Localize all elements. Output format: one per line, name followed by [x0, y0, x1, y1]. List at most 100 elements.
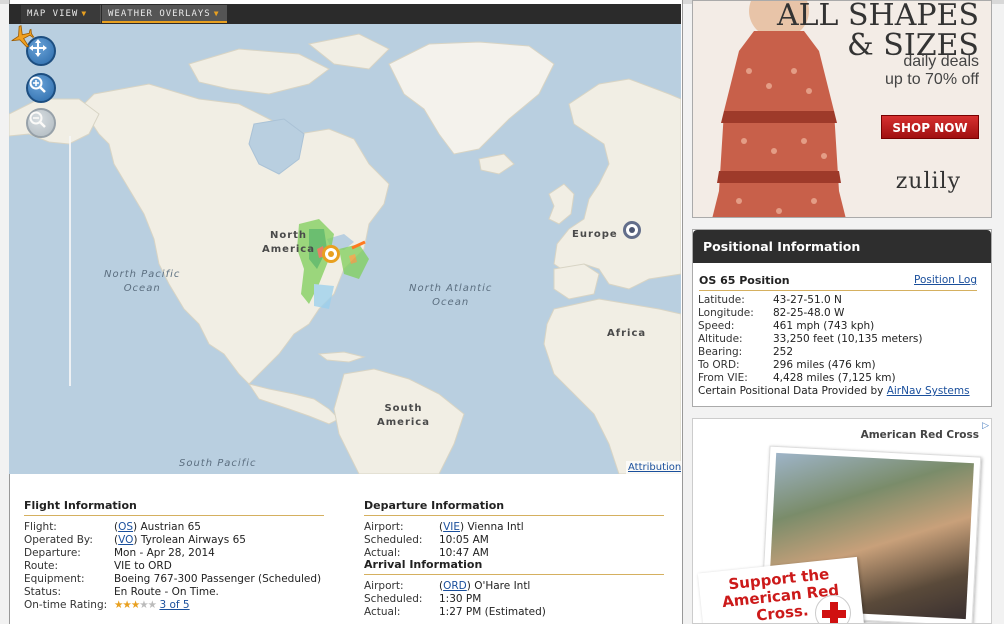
map-view-label: Map View	[27, 9, 79, 19]
flight-label: Flight:	[24, 521, 57, 533]
shop-now-button[interactable]: SHOP NOW	[881, 115, 979, 139]
red-cross-icon	[815, 595, 851, 623]
position-row-value: 296 miles (476 km)	[773, 359, 876, 371]
ad-choices-icon[interactable]: ▷	[982, 421, 989, 431]
position-row: Speed: 461 mph (743 kph)	[698, 320, 983, 333]
ontime-rating-link[interactable]: 3 of 5	[159, 599, 189, 611]
zulily-ad-banner[interactable]: ALL SHAPES & SIZES daily deals up to 70% o…	[692, 0, 992, 218]
position-row-value: 33,250 feet (10,135 meters)	[773, 333, 923, 345]
equipment-value: Boeing 767-300 Passenger (Scheduled)	[114, 573, 322, 585]
dropdown-arrow-icon: ▼	[81, 9, 88, 18]
flight-information: Flight Information Flight: (OS) Austrian…	[24, 499, 324, 612]
map-label-north-pacific: North Pacific Ocean	[104, 269, 181, 294]
dep-airport-label: Airport:	[364, 521, 404, 533]
position-row: To ORD: 296 miles (476 km)	[698, 359, 983, 372]
weather-overlays-menu[interactable]: Weather Overlays ▼	[102, 5, 227, 23]
arr-airport-name: O'Hare Intl	[474, 580, 531, 592]
position-row-value: 4,428 miles (7,125 km)	[773, 372, 896, 384]
map-basemap	[9, 24, 681, 474]
arr-airport-label: Airport:	[364, 580, 404, 592]
airplane-icon[interactable]	[9, 24, 35, 50]
position-row-label: Longitude:	[698, 307, 754, 319]
departure-info-title: Departure Information	[364, 499, 664, 516]
position-row-label: Latitude:	[698, 294, 745, 306]
arr-scheduled-row: Scheduled: 1:30 PM	[364, 593, 664, 606]
flight-name: Austrian 65	[140, 521, 201, 533]
flight-info-title: Flight Information	[24, 499, 324, 516]
operator-name: Tyrolean Airways 65	[140, 534, 246, 546]
data-provider-row: Certain Positional Data Provided by AirN…	[698, 385, 983, 398]
arr-actual-row: Actual: 1:27 PM (Estimated)	[364, 606, 664, 619]
arr-airport-row: Airport: (ORD) O'Hare Intl	[364, 580, 531, 592]
map-label-north-america: North America	[262, 230, 315, 255]
zoom-in-icon[interactable]	[26, 73, 56, 103]
zulily-logo: zulily	[895, 169, 961, 194]
origin-marker-icon[interactable]	[623, 221, 641, 239]
dropdown-arrow-icon: ▼	[213, 9, 220, 18]
dep-airport-code-link[interactable]: VIE	[443, 521, 460, 533]
position-row-label: Bearing:	[698, 346, 743, 358]
route-row: Route: VIE to ORD	[24, 560, 324, 573]
status-value: En Route - On Time.	[114, 586, 219, 598]
equipment-label: Equipment:	[24, 573, 85, 585]
departure-label: Departure:	[24, 547, 81, 559]
positional-info-header: Positional Information	[693, 230, 991, 263]
operated-label: Operated By:	[24, 534, 93, 546]
position-row-value: 461 mph (743 kph)	[773, 320, 875, 332]
status-row: Status: En Route - On Time.	[24, 586, 324, 599]
position-row-value: 43-27-51.0 N	[773, 294, 842, 306]
ontime-label: On-time Rating:	[24, 599, 108, 611]
departure-value: Mon - Apr 28, 2014	[114, 547, 215, 559]
position-row-value: 82-25-48.0 W	[773, 307, 845, 319]
arr-actual-label: Actual:	[364, 606, 401, 618]
map-label-north-atlantic: North Atlantic Ocean	[409, 283, 493, 308]
position-row-label: From VIE:	[698, 372, 748, 384]
position-row: Bearing: 252	[698, 346, 983, 359]
weather-overlays-label: Weather Overlays	[108, 9, 211, 19]
dep-airport-name: Vienna Intl	[467, 521, 524, 533]
airline-code-link[interactable]: OS	[118, 521, 133, 533]
position-subheader: OS 65 Position Position Log	[699, 274, 977, 291]
dep-scheduled-label: Scheduled:	[364, 534, 423, 546]
positional-information-panel: Positional Information OS 65 Position Po…	[692, 229, 992, 407]
flight-map[interactable]: North Pacific Ocean North Atlantic Ocean S…	[9, 24, 681, 474]
departure-row: Departure: Mon - Apr 28, 2014	[24, 547, 324, 560]
position-row: Latitude: 43-27-51.0 N	[698, 294, 983, 307]
airnav-link[interactable]: AirNav Systems	[887, 385, 970, 398]
departure-information: Departure Information Airport: (VIE) Vie…	[364, 499, 664, 560]
map-toolbar: Map View ▼ Weather Overlays ▼	[9, 4, 681, 24]
arrival-information: Arrival Information Airport: (ORD) O'Har…	[364, 558, 664, 619]
operated-row: Operated By: (VO) Tyrolean Airways 65	[24, 534, 246, 546]
route-label: Route:	[24, 560, 59, 572]
position-row: Altitude: 33,250 feet (10,135 meters)	[698, 333, 983, 346]
map-label-south-america: South America	[377, 403, 430, 428]
zoom-slider-rail[interactable]	[69, 136, 71, 386]
position-row-value: 252	[773, 346, 794, 358]
attribution-link[interactable]: Attribution	[626, 461, 681, 474]
arr-airport-code-link[interactable]: ORD	[443, 580, 467, 592]
flight-row: Flight: (OS) Austrian 65	[24, 521, 201, 533]
star-rating-icon: ★★★★★	[114, 599, 157, 611]
arr-scheduled-label: Scheduled:	[364, 593, 423, 605]
position-row: Longitude: 82-25-48.0 W	[698, 307, 983, 320]
position-log-link[interactable]: Position Log	[914, 274, 977, 286]
ad-deals-text: daily deals up to 70% off	[885, 53, 979, 88]
red-cross-ad[interactable]: ▷ American Red Cross Support the America…	[692, 418, 992, 624]
position-row-label: Speed:	[698, 320, 735, 332]
map-view-menu[interactable]: Map View ▼	[21, 5, 101, 23]
route-value: VIE to ORD	[114, 560, 172, 572]
operator-code-link[interactable]: VO	[118, 534, 133, 546]
ad-headline: ALL SHAPES & SIZES	[776, 0, 979, 63]
map-label-europe: Europe	[572, 229, 618, 240]
arr-actual-value: 1:27 PM (Estimated)	[439, 606, 546, 618]
dep-scheduled-row: Scheduled: 10:05 AM	[364, 534, 664, 547]
destination-marker-icon[interactable]	[322, 245, 340, 263]
arr-scheduled-value: 1:30 PM	[439, 593, 482, 605]
position-rows: Latitude: 43-27-51.0 N Longitude: 82-25-48.…	[698, 294, 983, 398]
equipment-row: Equipment: Boeing 767-300 Passenger (Sch…	[24, 573, 324, 586]
map-label-south-pacific: South Pacific	[179, 458, 257, 469]
zoom-out-icon[interactable]	[26, 108, 56, 138]
ontime-row: On-time Rating: ★★★★★ 3 of 5	[24, 599, 324, 612]
status-label: Status:	[24, 586, 61, 598]
position-row-label: To ORD:	[698, 359, 740, 371]
